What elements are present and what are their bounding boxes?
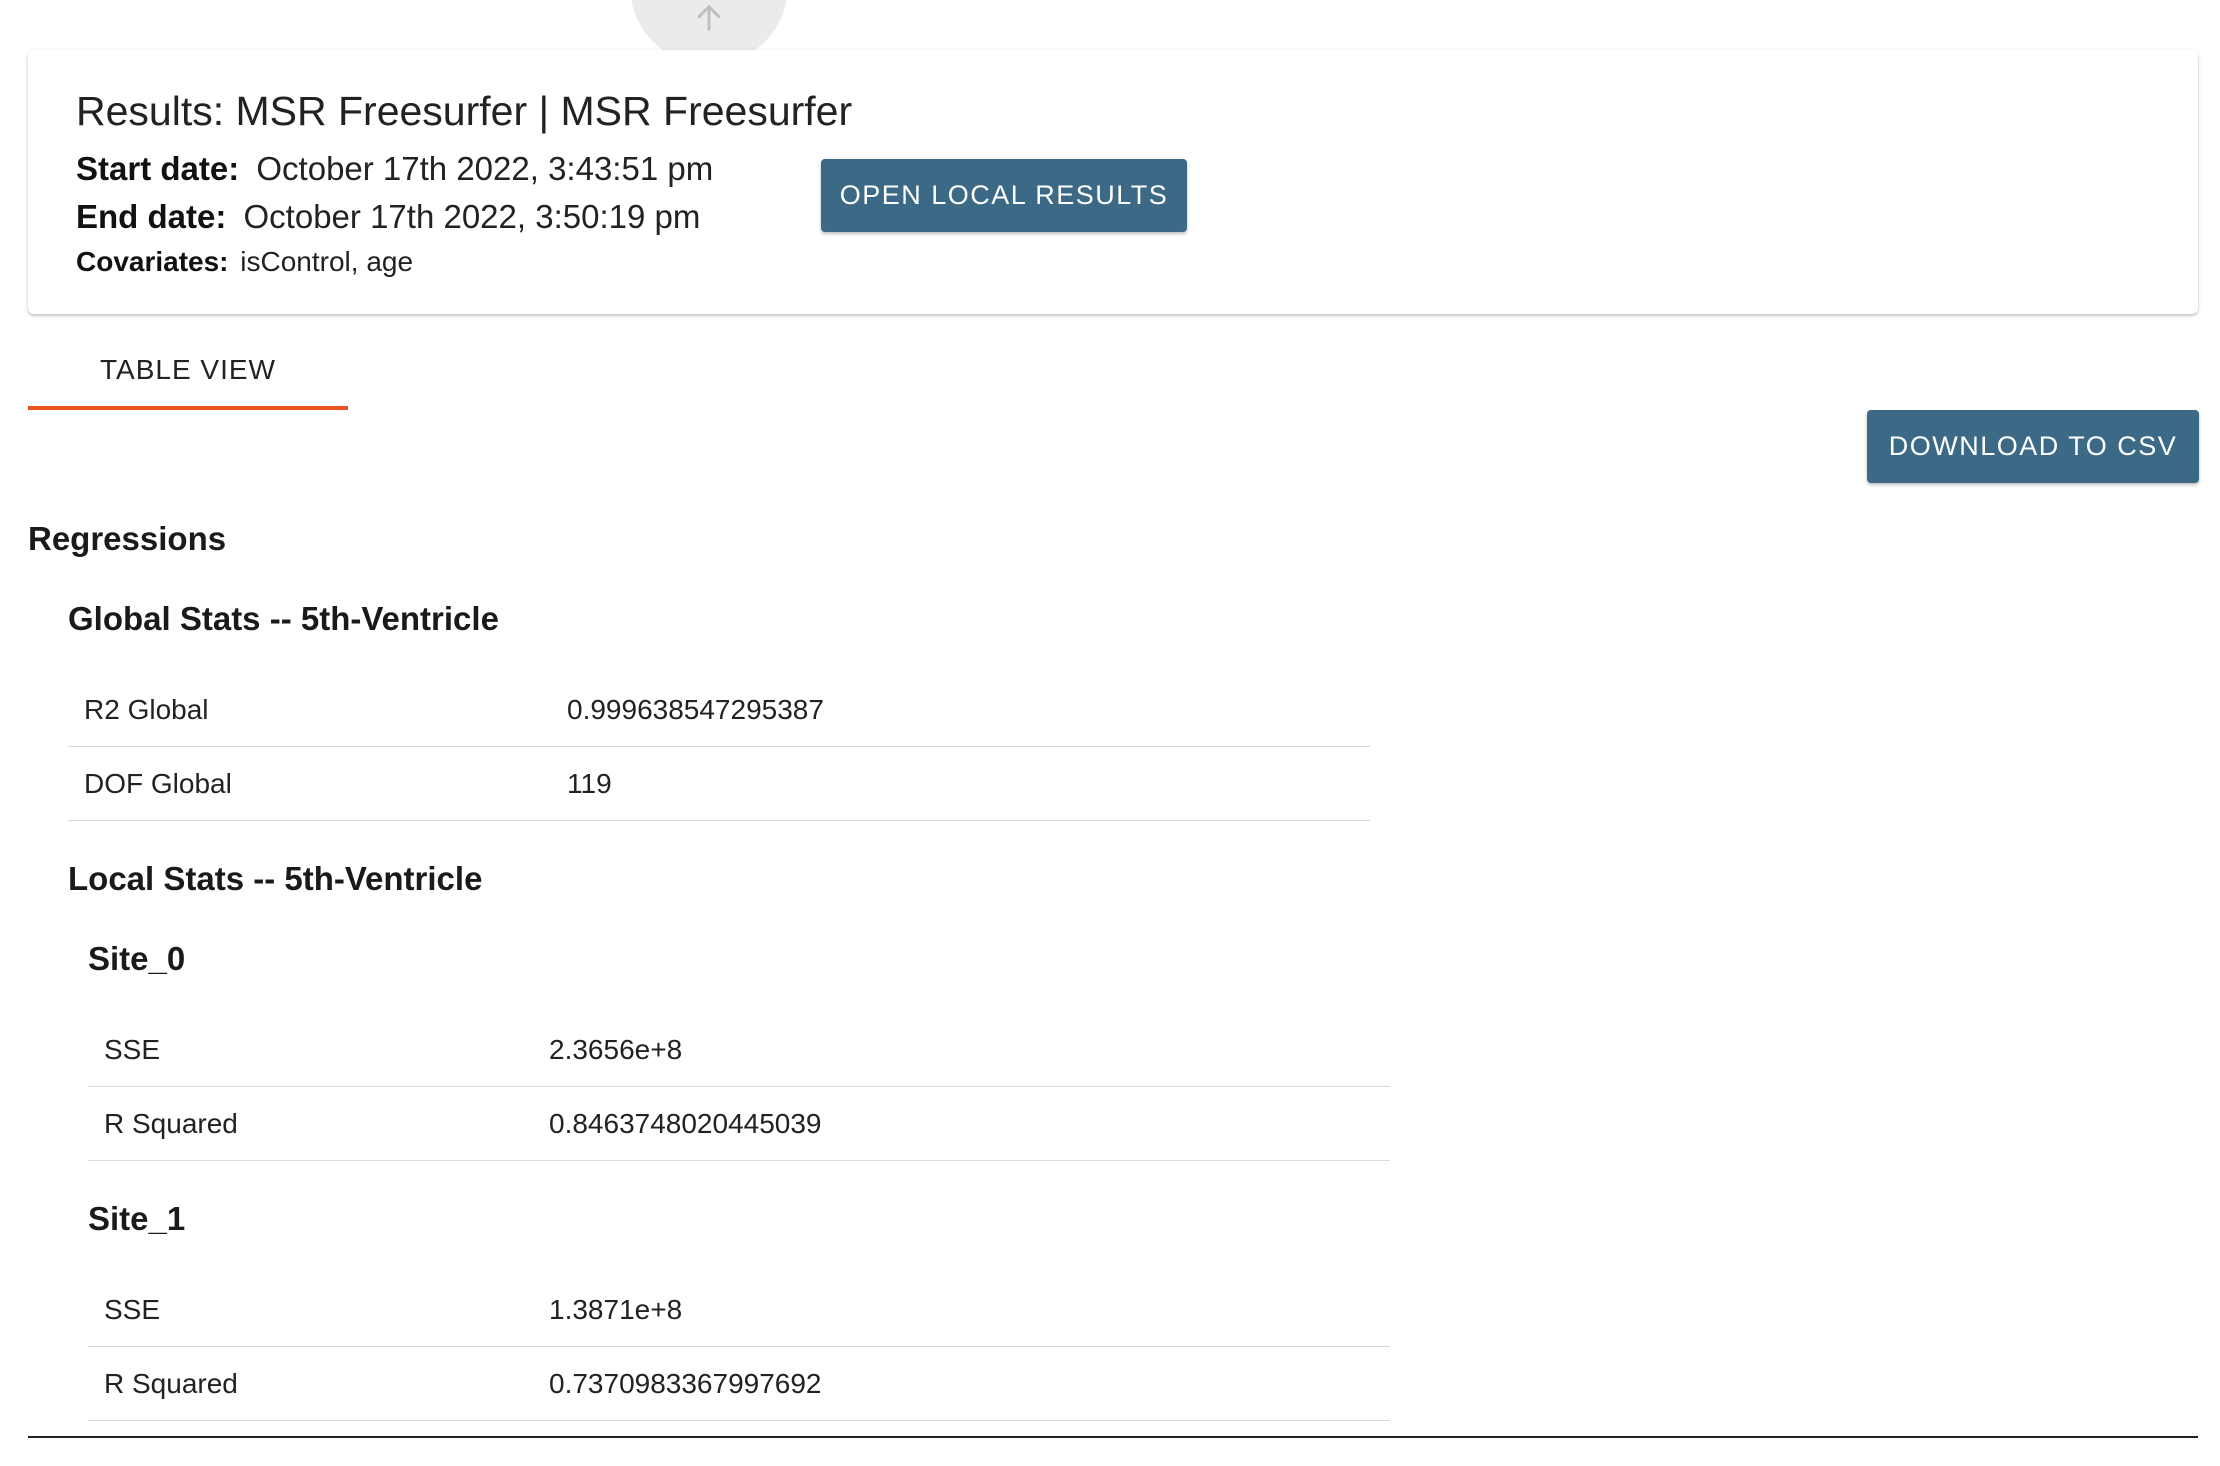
- stat-value: 0.7370983367997692: [549, 1367, 822, 1399]
- table-row: R Squared 0.7370983367997692: [88, 1347, 1390, 1421]
- local-stats-heading: Local Stats -- 5th-Ventricle: [68, 860, 483, 897]
- page-title: Results: MSR Freesurfer | MSR Freesurfer: [76, 88, 853, 134]
- covariates: Covariates: isControl, age: [76, 246, 413, 278]
- stat-key: R Squared: [104, 1107, 238, 1139]
- end-date-label: End date:: [76, 198, 227, 235]
- stat-key: SSE: [104, 1033, 161, 1065]
- end-date-value: October 17th 2022, 3:50:19 pm: [243, 198, 701, 235]
- table-row: DOF Global 119: [68, 747, 1370, 821]
- open-local-results-button[interactable]: OPEN LOCAL RESULTS: [821, 159, 1187, 232]
- start-date-value: October 17th 2022, 3:43:51 pm: [256, 150, 714, 187]
- table-row: R Squared 0.8463748020445039: [88, 1087, 1390, 1161]
- stat-key: DOF Global: [84, 767, 232, 799]
- stat-value: 119: [567, 767, 612, 799]
- site-1-stats-table: SSE 1.3871e+8 R Squared 0.73709833679976…: [88, 1273, 1390, 1421]
- tab-table-view[interactable]: TABLE VIEW: [28, 330, 348, 410]
- covariates-label: Covariates:: [76, 246, 229, 277]
- table-row: R2 Global 0.999638547295387: [68, 673, 1370, 747]
- stat-key: R Squared: [104, 1367, 238, 1399]
- download-csv-button[interactable]: DOWNLOAD TO CSV: [1867, 410, 2199, 483]
- covariates-value: isControl, age: [240, 246, 414, 277]
- stat-value: 0.999638547295387: [567, 693, 824, 725]
- site-0-stats-table: SSE 2.3656e+8 R Squared 0.84637480204450…: [88, 1013, 1390, 1161]
- table-row: SSE 1.3871e+8: [88, 1273, 1390, 1347]
- site-heading: Site_1: [88, 1200, 186, 1237]
- stat-value: 1.3871e+8: [549, 1293, 683, 1325]
- stat-key: R2 Global: [84, 693, 209, 725]
- stat-key: SSE: [104, 1293, 161, 1325]
- global-stats-table: R2 Global 0.999638547295387 DOF Global 1…: [68, 673, 1370, 821]
- end-date: End date: October 17th 2022, 3:50:19 pm: [76, 198, 700, 236]
- results-page: Results: MSR Freesurfer | MSR Freesurfer…: [0, 0, 2220, 1466]
- stat-value: 0.8463748020445039: [549, 1107, 822, 1139]
- stat-value: 2.3656e+8: [549, 1033, 683, 1065]
- global-stats-heading: Global Stats -- 5th-Ventricle: [68, 600, 499, 637]
- arrow-up-icon: [697, 5, 721, 31]
- table-row: SSE 2.3656e+8: [88, 1013, 1390, 1087]
- start-date: Start date: October 17th 2022, 3:43:51 p…: [76, 150, 713, 188]
- site-heading: Site_0: [88, 940, 186, 977]
- divider: [28, 1436, 2198, 1438]
- active-tab-indicator: [28, 406, 348, 410]
- regressions-heading: Regressions: [28, 520, 227, 557]
- start-date-label: Start date:: [76, 150, 240, 187]
